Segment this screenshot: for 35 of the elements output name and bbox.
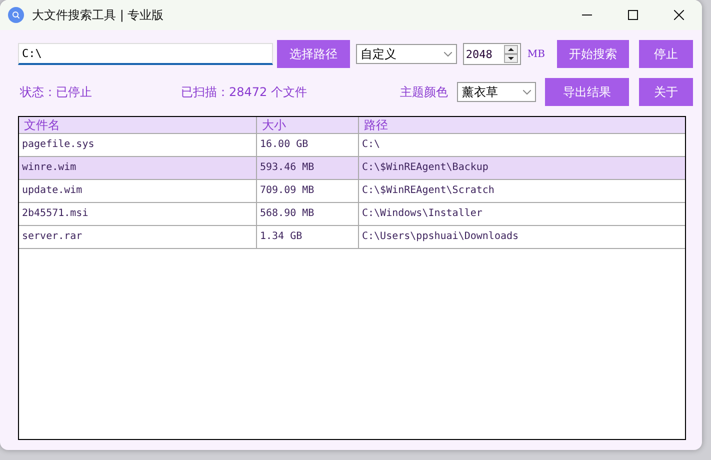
table-cell[interactable]: 709.09 MB: [256, 180, 358, 203]
path-field[interactable]: C:\: [18, 43, 274, 65]
table-cell[interactable]: C:\Windows\Installer: [358, 203, 685, 226]
start-search-button[interactable]: 开始搜索: [556, 40, 630, 68]
column-header[interactable]: 文件名: [19, 117, 256, 134]
table-cell[interactable]: update.wim: [19, 180, 256, 203]
table-cell[interactable]: C:\$WinREAgent\Backup: [358, 157, 685, 180]
maximize-icon[interactable]: [628, 10, 638, 20]
size-unit: MB: [527, 48, 545, 60]
theme-label: 主题颜色: [400, 84, 448, 100]
table-cell[interactable]: 2b45571.msi: [19, 203, 256, 226]
status-text: 状态：已停止: [20, 84, 93, 100]
about-button[interactable]: 关于: [639, 78, 693, 106]
table-cell[interactable]: 1.34 GB: [256, 226, 358, 249]
column-header[interactable]: 大小: [256, 117, 358, 134]
stop-button[interactable]: 停止: [639, 40, 693, 68]
search-icon: [8, 7, 24, 23]
window-title: 大文件搜索工具 | 专业版: [32, 6, 165, 24]
column-header[interactable]: 路径: [358, 117, 685, 134]
size-spinner[interactable]: 2048: [462, 43, 522, 65]
table-cell[interactable]: 593.46 MB: [256, 157, 358, 180]
size-field[interactable]: 2048: [464, 48, 504, 60]
chevron-down-icon[interactable]: [444, 52, 452, 56]
table-cell[interactable]: 568.90 MB: [256, 203, 358, 226]
preset-dropdown[interactable]: 自定义: [356, 44, 457, 64]
table-cell[interactable]: C:\Users\ppshuai\Downloads: [358, 226, 685, 249]
export-button[interactable]: 导出结果: [545, 78, 629, 106]
table-cell[interactable]: winre.wim: [19, 157, 256, 180]
theme-dropdown[interactable]: 薰衣草: [457, 82, 536, 102]
choose-path-button[interactable]: 选择路径: [277, 40, 350, 68]
table-cell[interactable]: C:\$WinREAgent\Scratch: [358, 180, 685, 203]
scanned-count: 已扫描：28472 个文件: [181, 84, 307, 100]
chevron-down-icon[interactable]: [523, 90, 531, 94]
table-cell[interactable]: server.rar: [19, 226, 256, 249]
close-icon[interactable]: [674, 10, 684, 20]
